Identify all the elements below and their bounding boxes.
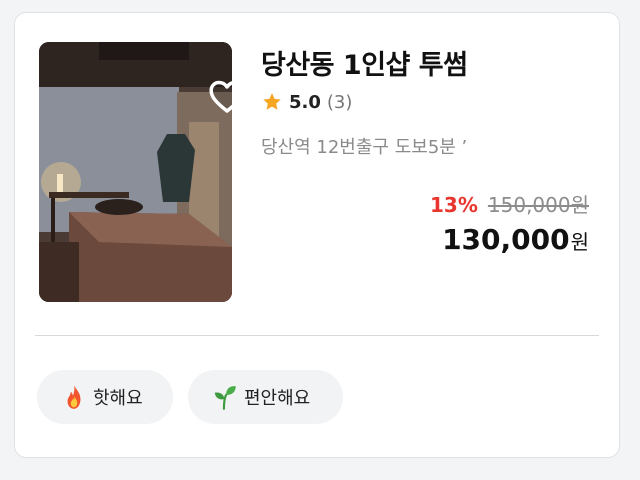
final-price-currency: 원 <box>570 230 589 254</box>
tag-hot[interactable]: 핫해요 <box>37 370 173 424</box>
tag-comfortable[interactable]: 편안해요 <box>188 370 343 424</box>
listing-card[interactable]: 당산동 1인샵 투썸 5.0 (3) 당산역 12번출구 도보5분 ’ 13% … <box>14 12 620 458</box>
original-price: 150,000원 <box>487 193 589 217</box>
tag-label: 핫해요 <box>93 388 143 409</box>
final-price-amount: 130,000 <box>442 223 570 256</box>
listing-title[interactable]: 당산동 1인샵 투썸 <box>261 43 468 82</box>
price-row: 13% 150,000원 <box>430 189 589 218</box>
listing-photo[interactable] <box>39 42 232 302</box>
location-text: 당산역 12번출구 도보5분 ’ <box>261 137 468 158</box>
tag-label: 편안해요 <box>244 388 311 409</box>
divider <box>35 335 599 336</box>
favorite-heart-icon[interactable] <box>208 78 232 114</box>
rating-score: 5.0 <box>289 91 321 113</box>
massage-room-image <box>39 42 232 302</box>
sprout-icon <box>214 386 236 410</box>
final-price: 130,000 원 <box>442 223 589 256</box>
rating-row: 5.0 (3) <box>261 91 352 113</box>
discount-rate: 13% <box>430 193 478 217</box>
star-icon <box>263 93 281 110</box>
fire-icon <box>67 384 81 409</box>
review-count: (3) <box>326 91 353 113</box>
